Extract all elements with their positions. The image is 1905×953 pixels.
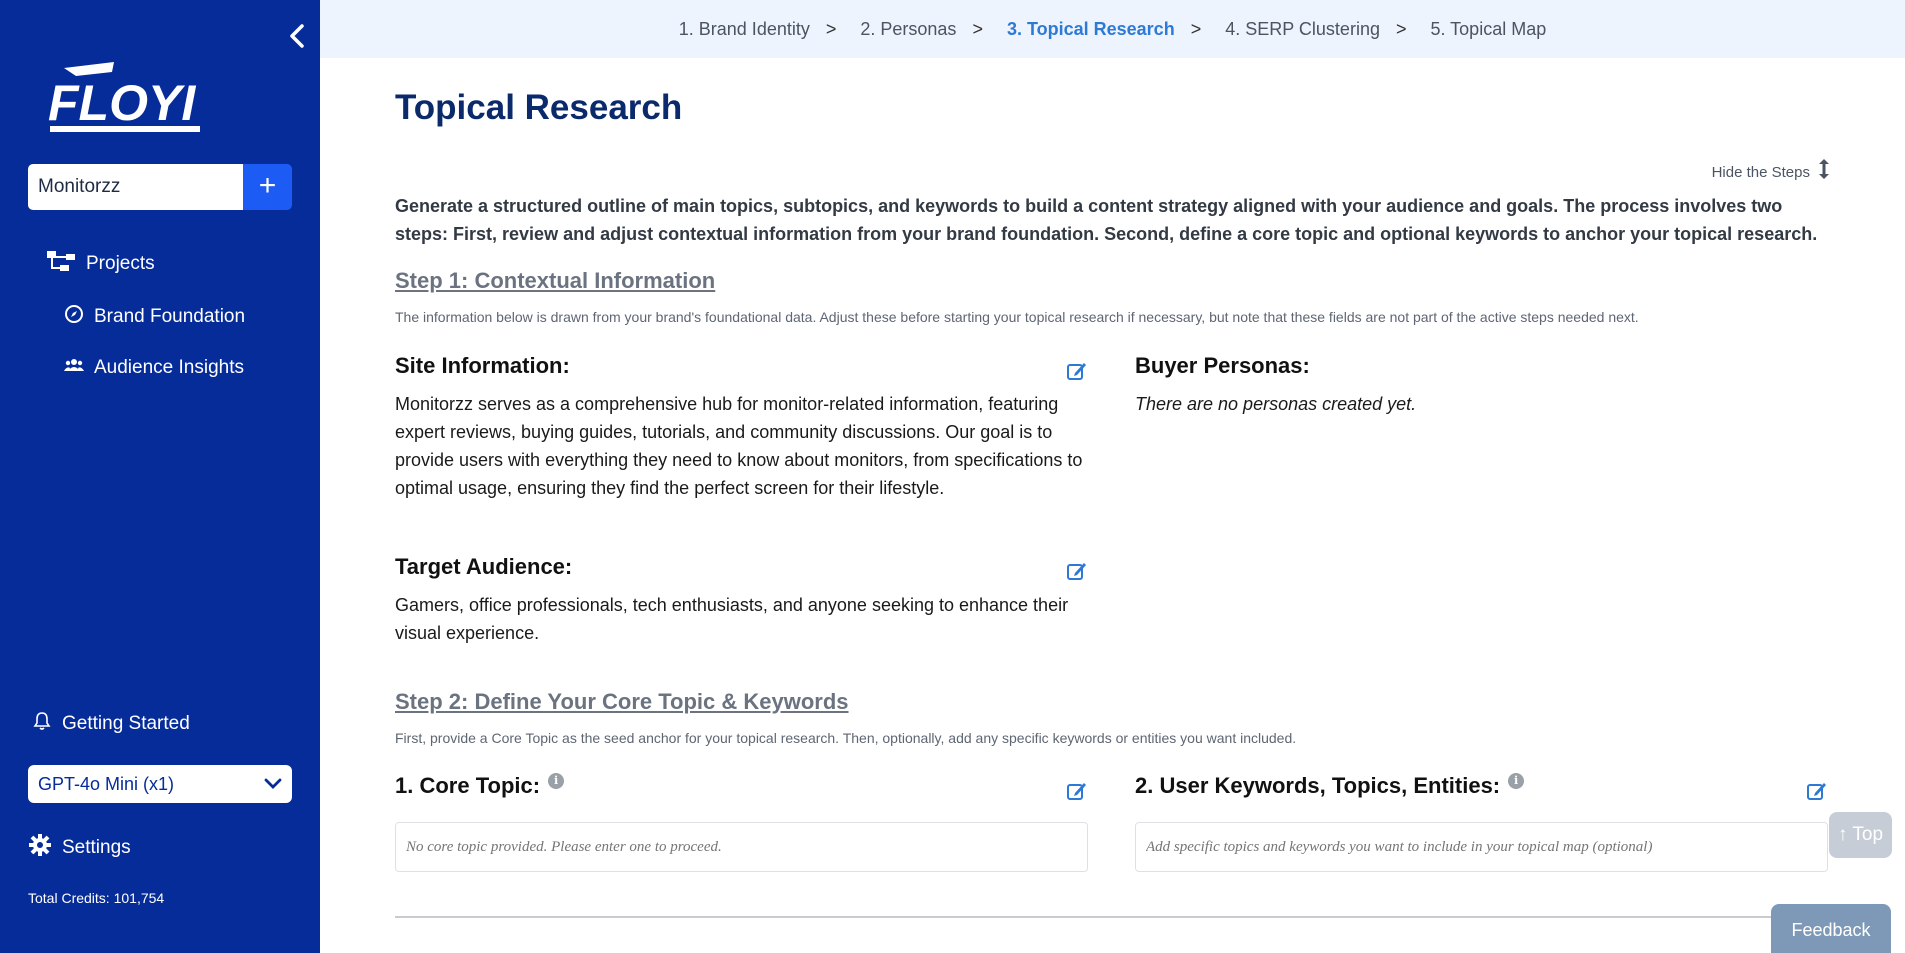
core-topic-label: 1. Core Topic: [395,773,541,798]
site-information-title: Site Information: [395,353,570,378]
sidebar-item-settings[interactable]: Settings [28,833,131,863]
user-keywords-title: 2. User Keywords, Topics, Entities: i [1135,773,1525,799]
sitemap-icon [46,250,76,278]
section-divider [395,916,1830,918]
sidebar-item-label: Brand Foundation [94,306,246,327]
edit-site-information-icon[interactable] [1066,360,1088,382]
sidebar-item-label: Getting Started [62,713,190,734]
target-audience-text: Gamers, office professionals, tech enthu… [395,595,1069,643]
steps-breadcrumb: 1. Brand Identity > 2. Personas > 3. Top… [320,0,1905,58]
page-title: Topical Research [395,88,683,127]
step-topical-research[interactable]: 3. Topical Research [1007,19,1175,40]
sidebar: FLOYI + Projects Brand Foundation [0,0,320,953]
user-keywords-input[interactable] [1135,822,1828,872]
arrows-vertical-icon [1818,158,1830,186]
floyi-logo: FLOYI [48,60,208,140]
sidebar-item-brand-foundation[interactable]: Brand Foundation [64,304,245,330]
sidebar-item-label: Projects [86,253,155,274]
user-keywords-label: 2. User Keywords, Topics, Entities: [1135,773,1501,798]
users-icon [64,357,84,379]
intro-text: Generate a structured outline of main to… [395,196,1818,244]
edit-user-keywords-icon[interactable] [1806,780,1828,802]
hide-steps-label: Hide the Steps [1711,163,1810,181]
step-personas[interactable]: 2. Personas [860,19,956,40]
step-separator: > [1395,18,1407,39]
edit-core-topic-icon[interactable] [1066,780,1088,802]
step-separator: > [1190,18,1202,39]
model-select-value: GPT-4o Mini (x1) [38,773,175,794]
hide-steps-toggle[interactable]: Hide the Steps [1712,158,1830,186]
core-topic-title: 1. Core Topic: i [395,773,565,799]
step-separator: > [825,18,837,39]
target-audience-title: Target Audience: [395,554,573,579]
compass-icon [64,304,84,330]
buyer-personas-title: Buyer Personas: [1135,353,1310,378]
gear-icon [28,833,52,863]
info-icon[interactable]: i [548,773,565,789]
bell-icon [32,711,52,737]
site-information-text: Monitorzz serves as a comprehensive hub … [395,394,1083,498]
add-project-button[interactable]: + [243,164,292,210]
sidebar-item-audience-insights[interactable]: Audience Insights [64,357,244,379]
sidebar-item-label: Settings [62,837,131,858]
info-icon[interactable]: i [1508,773,1525,789]
step2-description: First, provide a Core Topic as the seed … [395,730,1297,746]
model-select[interactable]: GPT-4o Mini (x1) [28,765,292,803]
svg-text:FLOYI: FLOYI [48,75,196,131]
sidebar-item-getting-started[interactable]: Getting Started [32,711,190,737]
project-input[interactable] [28,164,243,210]
step1-heading: Step 1: Contextual Information [395,268,716,293]
step1-description: The information below is drawn from your… [395,309,1639,325]
scroll-top-button[interactable]: ↑ Top [1829,812,1892,858]
step2-heading: Step 2: Define Your Core Topic & Keyword… [395,689,849,714]
step-topical-map[interactable]: 5. Topical Map [1430,19,1546,40]
edit-target-audience-icon[interactable] [1066,560,1088,582]
step-separator: > [972,18,983,39]
chevron-down-icon [264,774,282,795]
sidebar-item-label: Audience Insights [94,357,244,378]
sidebar-item-projects[interactable]: Projects [46,250,155,278]
feedback-button[interactable]: Feedback [1771,904,1891,953]
step-brand-identity[interactable]: 1. Brand Identity [679,19,810,40]
core-topic-input[interactable] [395,822,1088,872]
project-selector: + [28,164,292,210]
collapse-sidebar-icon[interactable] [284,22,312,50]
step-serp-clustering[interactable]: 4. SERP Clustering [1225,19,1380,40]
buyer-personas-text: There are no personas created yet. [1135,394,1417,414]
total-credits: Total Credits: 101,754 [28,890,165,906]
